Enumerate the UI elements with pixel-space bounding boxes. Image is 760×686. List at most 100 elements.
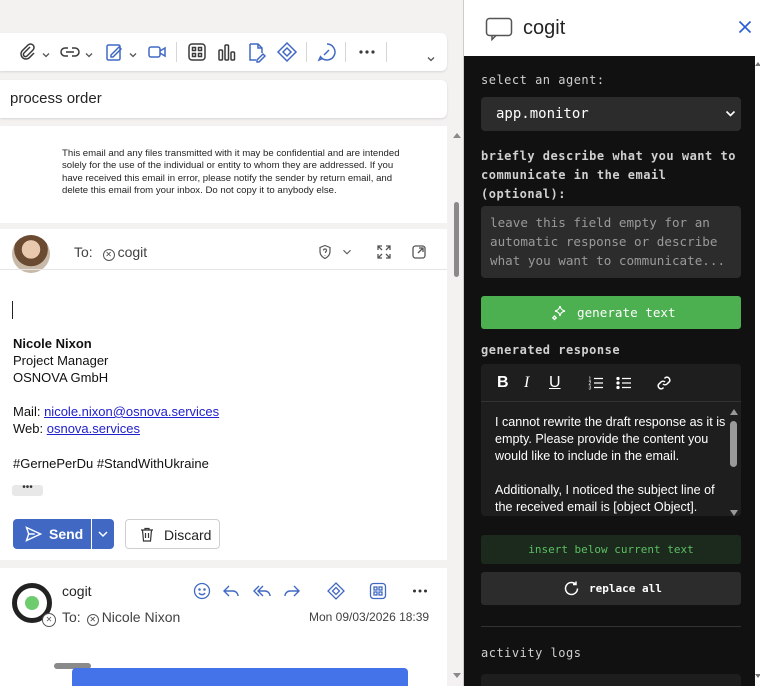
to-label: To: bbox=[74, 244, 93, 260]
link-icon[interactable] bbox=[59, 41, 81, 63]
more-options-icon[interactable] bbox=[356, 41, 378, 63]
bullet-list-button[interactable] bbox=[616, 375, 632, 395]
apps-icon[interactable] bbox=[186, 41, 208, 63]
video-call-icon[interactable] bbox=[146, 41, 168, 63]
outlook-reading-pane: process order This email and any files t… bbox=[0, 0, 463, 686]
editor-scrollbar[interactable] bbox=[728, 406, 739, 516]
chevron-down-icon[interactable] bbox=[340, 244, 354, 260]
agent-select-value: app.monitor bbox=[496, 106, 589, 122]
chevron-down-icon[interactable] bbox=[128, 47, 138, 58]
bold-button[interactable]: B bbox=[497, 375, 509, 391]
sensitivity-icon[interactable] bbox=[317, 244, 333, 260]
received-to-line: To: ✕ Nicole Nixon bbox=[62, 609, 180, 626]
panel-scrollbar[interactable] bbox=[755, 56, 760, 686]
document-edit-icon[interactable] bbox=[245, 41, 267, 63]
cogit-panel: cogit select an agent: app.monitor brief… bbox=[463, 0, 760, 686]
generated-paragraph: I cannot rewrite the draft response as i… bbox=[495, 415, 726, 463]
reply-compose: To: ✕ cogit Nicole Nixon Project Manager … bbox=[0, 229, 447, 560]
toolbar-separator bbox=[345, 42, 346, 62]
emoji-reaction-icon[interactable] bbox=[192, 581, 212, 601]
expand-icon[interactable] bbox=[376, 244, 392, 260]
signature-role: Project Manager bbox=[13, 353, 109, 368]
loop-icon[interactable] bbox=[326, 581, 346, 601]
describe-textarea[interactable]: leave this field empty for an automatic … bbox=[481, 206, 741, 278]
reply-all-icon[interactable] bbox=[252, 581, 272, 601]
loop-icon[interactable] bbox=[276, 41, 298, 63]
underline-button[interactable]: U bbox=[549, 375, 561, 391]
reply-icon[interactable] bbox=[221, 581, 241, 601]
mail-label: Mail: bbox=[13, 404, 41, 419]
send-icon bbox=[25, 526, 42, 542]
sparkle-icon bbox=[552, 305, 566, 321]
message-date: Mon 09/03/2026 18:39 bbox=[309, 610, 430, 624]
agent-select[interactable]: app.monitor bbox=[481, 97, 741, 131]
discard-button[interactable]: Discard bbox=[125, 519, 220, 549]
scroll-up-arrow[interactable] bbox=[453, 133, 461, 138]
subject-field[interactable]: process order bbox=[0, 80, 447, 118]
more-options-icon[interactable] bbox=[410, 581, 430, 601]
insert-below-button[interactable]: insert below current text bbox=[481, 535, 741, 564]
compose-toolbar bbox=[0, 33, 447, 71]
recipient-chip[interactable]: cogit bbox=[118, 244, 148, 260]
refresh-icon bbox=[564, 581, 579, 596]
panel-header: cogit bbox=[464, 0, 760, 56]
attach-icon[interactable] bbox=[16, 41, 38, 63]
activity-logs-label: activity logs bbox=[481, 646, 582, 660]
generated-paragraph: Additionally, I noticed the subject line… bbox=[495, 483, 715, 514]
chart-icon[interactable] bbox=[216, 41, 238, 63]
chat-bubble-icon bbox=[485, 17, 513, 41]
to-label: To: bbox=[62, 609, 81, 625]
scroll-down-arrow[interactable] bbox=[453, 673, 461, 678]
generated-response-text[interactable]: I cannot rewrite the draft response as i… bbox=[495, 414, 727, 516]
section-divider bbox=[481, 626, 741, 627]
scroll-down-arrow[interactable] bbox=[755, 674, 760, 678]
send-button[interactable]: Send bbox=[13, 519, 91, 549]
email-disclaimer: This email and any files transmitted wit… bbox=[62, 148, 400, 196]
close-icon[interactable] bbox=[738, 20, 752, 34]
chevron-down-icon[interactable] bbox=[41, 47, 51, 58]
forward-icon[interactable] bbox=[282, 581, 302, 601]
to-line[interactable]: To: ✕ cogit bbox=[74, 244, 147, 261]
message-body-preview bbox=[72, 668, 408, 686]
avatar bbox=[12, 235, 50, 273]
recipient-status-icon: ✕ bbox=[86, 614, 99, 626]
email-signature[interactable]: Nicole Nixon Project Manager OSNOVA GmbH… bbox=[13, 335, 219, 472]
replace-all-button[interactable]: replace all bbox=[481, 572, 741, 605]
panel-body: select an agent: app.monitor briefly des… bbox=[464, 56, 755, 686]
scroll-up-arrow[interactable] bbox=[755, 62, 760, 66]
chevron-down-icon[interactable] bbox=[426, 51, 436, 62]
toolbar-separator bbox=[176, 42, 177, 62]
trash-icon bbox=[141, 527, 153, 542]
generate-text-button[interactable]: generate text bbox=[481, 296, 741, 329]
editor-toolbar: B I U 123 bbox=[481, 364, 741, 402]
chevron-down-icon[interactable] bbox=[84, 47, 94, 58]
remove-recipient-icon[interactable]: ✕ bbox=[102, 249, 115, 261]
italic-button[interactable]: I bbox=[524, 375, 529, 391]
blocked-badge-icon: ✕ bbox=[42, 613, 56, 627]
signature-tags: #GernePerDu #StandWithUkraine bbox=[13, 456, 209, 471]
generated-response-editor[interactable]: B I U 123 I cannot rewrite the draft res… bbox=[481, 364, 741, 516]
chevron-down-icon bbox=[725, 110, 736, 117]
pop-out-icon[interactable] bbox=[411, 244, 427, 260]
panel-title: cogit bbox=[523, 17, 566, 39]
activity-logs-box[interactable] bbox=[481, 674, 741, 686]
scrollbar-thumb[interactable] bbox=[454, 202, 459, 277]
signature-icon[interactable] bbox=[104, 41, 126, 63]
ordered-list-button[interactable]: 123 bbox=[588, 375, 604, 395]
reading-pane-scrollbar[interactable] bbox=[450, 126, 463, 686]
show-trimmed-content-button[interactable]: ••• bbox=[12, 483, 43, 496]
received-message[interactable]: ✕ cogit To: ✕ Nicole Nixon Mon 09/03/2026 … bbox=[0, 568, 447, 686]
apps-icon[interactable] bbox=[368, 581, 388, 601]
link-button[interactable] bbox=[656, 375, 672, 395]
generated-response-label: generated response bbox=[481, 343, 621, 357]
web-link[interactable]: osnova.services bbox=[47, 421, 140, 436]
received-recipient[interactable]: Nicole Nixon bbox=[102, 609, 181, 625]
send-options-button[interactable] bbox=[92, 519, 114, 549]
scroll-up-arrow[interactable] bbox=[730, 409, 738, 415]
scroll-down-arrow[interactable] bbox=[730, 510, 738, 516]
scrollbar-thumb[interactable] bbox=[730, 421, 737, 467]
sender-name[interactable]: cogit bbox=[62, 583, 92, 599]
replace-all-label: replace all bbox=[589, 582, 662, 595]
chat-icon[interactable] bbox=[316, 41, 338, 63]
mail-link[interactable]: nicole.nixon@osnova.services bbox=[44, 404, 219, 419]
